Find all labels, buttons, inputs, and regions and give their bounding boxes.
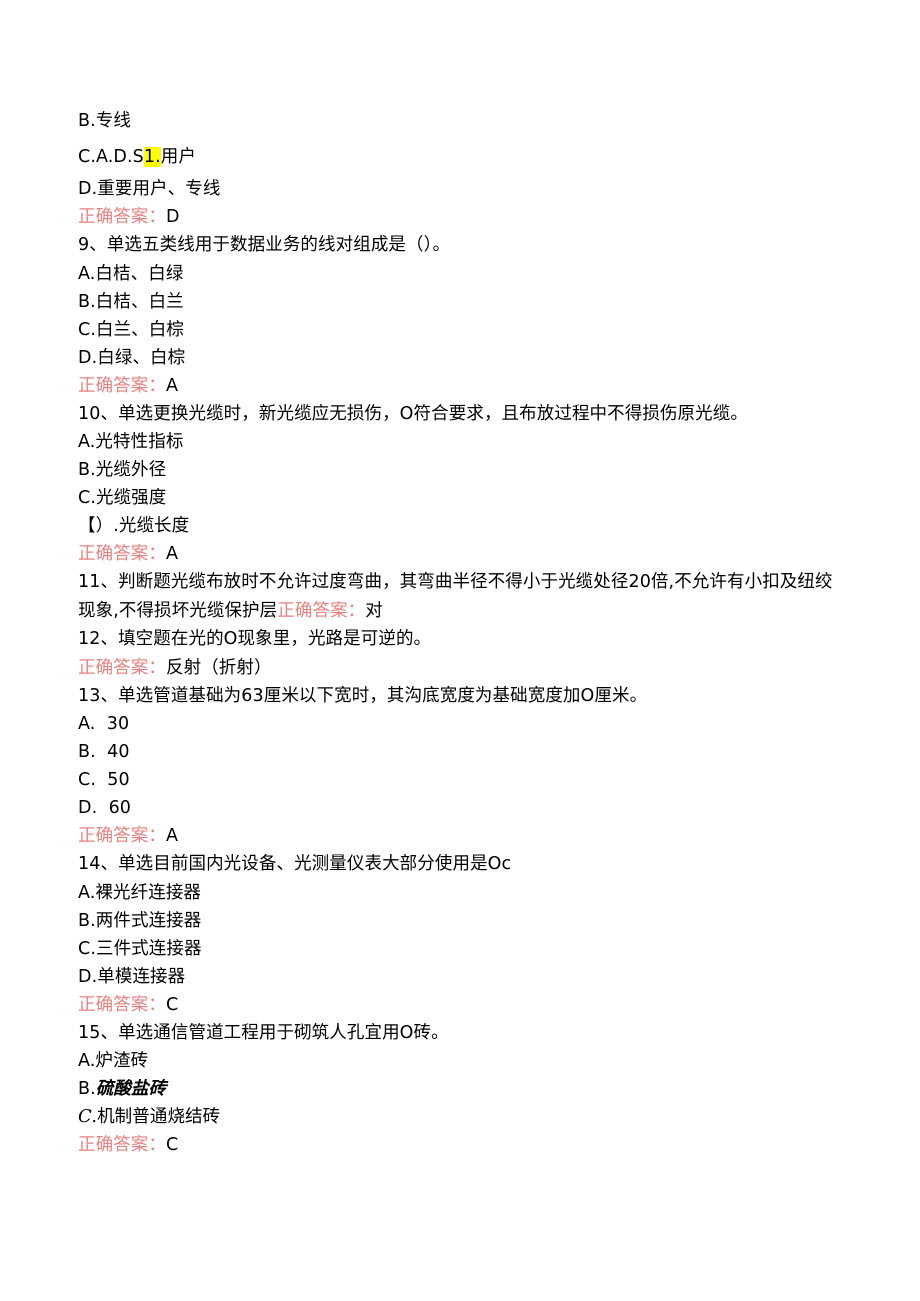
question-block-13: 13、单选管道基础为63厘米以下宽时，其沟底宽度为基础宽度加O厘米。 A. 30… [78, 682, 845, 851]
answer-line: 正确答案：D [78, 203, 845, 231]
option-item: B. 40 [78, 742, 130, 762]
answer-label: 正确答案： [78, 207, 166, 227]
question-stem: 9、单选五类线用于数据业务的线对组成是（）。 [78, 235, 451, 255]
option-item: C. 50 [78, 770, 130, 790]
answer-value: C [166, 1135, 179, 1155]
option-item: D.重要用户、专线 [78, 179, 221, 199]
answer-value: A [166, 375, 179, 396]
option-label: C. [78, 1106, 98, 1127]
option-item: C.光缆强度 [78, 488, 167, 508]
question-block-10: 10、单选更换光缆时，新光缆应无损伤，O符合要求，且布放过程中不得损伤原光缆。 … [78, 400, 845, 569]
option-item: D.单模连接器 [78, 966, 186, 987]
option-item: B.专线 [78, 111, 131, 131]
option-label: B. [78, 1079, 96, 1099]
answer-value: A [166, 544, 179, 564]
question-stem: 14、单选目前国内光设备、光测量仪表大部分使用是Oc [78, 854, 512, 874]
question-stem: 15、单选通信管道工程用于砌筑人孔宜用O砖。 [78, 1022, 449, 1043]
question-stem-text: 11、判断题光缆布放时不允许过度弯曲，其弯曲半径不得小于光缆处径20倍,不允许有… [78, 572, 833, 621]
option-item: B.两件式连接器 [78, 910, 202, 931]
document-body: B.专线 C.A.D.S1.用户 D.重要用户、专线 正确答案：D 9、单选五类… [78, 103, 845, 1159]
option-text-suffix: 用户 [160, 147, 196, 167]
answer-value: A [166, 826, 179, 846]
answer-label: 正确答案： [78, 544, 166, 564]
question-stem: 10、单选更换光缆时，新光缆应无损伤，O符合要求，且布放过程中不得损伤原光缆。 [78, 403, 748, 424]
option-item: B.光缆外径 [78, 460, 167, 480]
answer-line: 正确答案：C [78, 991, 845, 1019]
question-block-14: 14、单选目前国内光设备、光测量仪表大部分使用是Oc A.裸光纤连接器 B.两件… [78, 850, 845, 1019]
question-stem-with-inline-answer: 11、判断题光缆布放时不允许过度弯曲，其弯曲半径不得小于光缆处径20倍,不允许有… [78, 568, 845, 625]
answer-value: D [166, 207, 180, 227]
option-item: A.白桔、白绿 [78, 263, 184, 284]
option-item: D. 60 [78, 798, 132, 818]
highlighted-text: 1. [143, 147, 161, 167]
answer-value: 反射（折射） [166, 657, 272, 678]
answer-value: 对 [365, 600, 383, 621]
option-text: 硫酸盐砖 [95, 1079, 167, 1099]
option-item: A. 30 [78, 714, 130, 734]
option-item: A.裸光纤连接器 [78, 882, 202, 903]
carryover-question-block: B.专线 C.A.D.S1.用户 D.重要用户、专线 正确答案：D [78, 103, 845, 231]
option-item: C.机制普通烧结砖 [78, 1103, 845, 1131]
question-stem: 12、填空题在光的O现象里，光路是可逆的。 [78, 629, 432, 649]
document-page: B.专线 C.A.D.S1.用户 D.重要用户、专线 正确答案：D 9、单选五类… [0, 0, 920, 1301]
question-block-11: 11、判断题光缆布放时不允许过度弯曲，其弯曲半径不得小于光缆处径20倍,不允许有… [78, 568, 845, 625]
answer-label: 正确答案： [277, 600, 366, 621]
answer-label: 正确答案： [78, 1135, 166, 1155]
option-text-prefix: C.A.D.S [78, 147, 144, 167]
answer-line: 正确答案：C [78, 1131, 845, 1159]
answer-value: C [166, 994, 179, 1015]
question-stem: 13、单选管道基础为63厘米以下宽时，其沟底宽度为基础宽度加O厘米。 [78, 685, 648, 706]
option-item: C.白兰、白棕 [78, 319, 184, 340]
option-item: A.光特性指标 [78, 432, 184, 452]
question-block-15: 15、单选通信管道工程用于砌筑人孔宜用O砖。 A.炉渣砖 B.硫酸盐砖 C.机制… [78, 1019, 845, 1160]
question-block-9: 9、单选五类线用于数据业务的线对组成是（）。 A.白桔、白绿 B.白桔、白兰 C… [78, 231, 845, 400]
option-item: B.白桔、白兰 [78, 291, 184, 312]
answer-label: 正确答案： [78, 826, 166, 846]
option-text: 机制普通烧结砖 [97, 1107, 221, 1127]
answer-label: 正确答案： [78, 657, 166, 678]
answer-line: 正确答案：A [78, 540, 845, 568]
option-item: A.炉渣砖 [78, 1051, 149, 1071]
option-item: C.A.D.S1.用户 [78, 139, 845, 175]
answer-label: 正确答案： [78, 994, 166, 1015]
question-block-12: 12、填空题在光的O现象里，光路是可逆的。 正确答案：反射（折射） [78, 625, 845, 682]
option-item: B.硫酸盐砖 [78, 1075, 845, 1103]
answer-line: 正确答案：A [78, 822, 845, 850]
answer-label: 正确答案： [78, 375, 166, 396]
answer-line: 正确答案：反射（折射） [78, 654, 845, 682]
option-item: D.白绿、白棕 [78, 347, 186, 368]
option-item: 【）.光缆长度 [78, 516, 190, 536]
option-item: C.三件式连接器 [78, 938, 202, 959]
answer-line: 正确答案：A [78, 372, 845, 400]
